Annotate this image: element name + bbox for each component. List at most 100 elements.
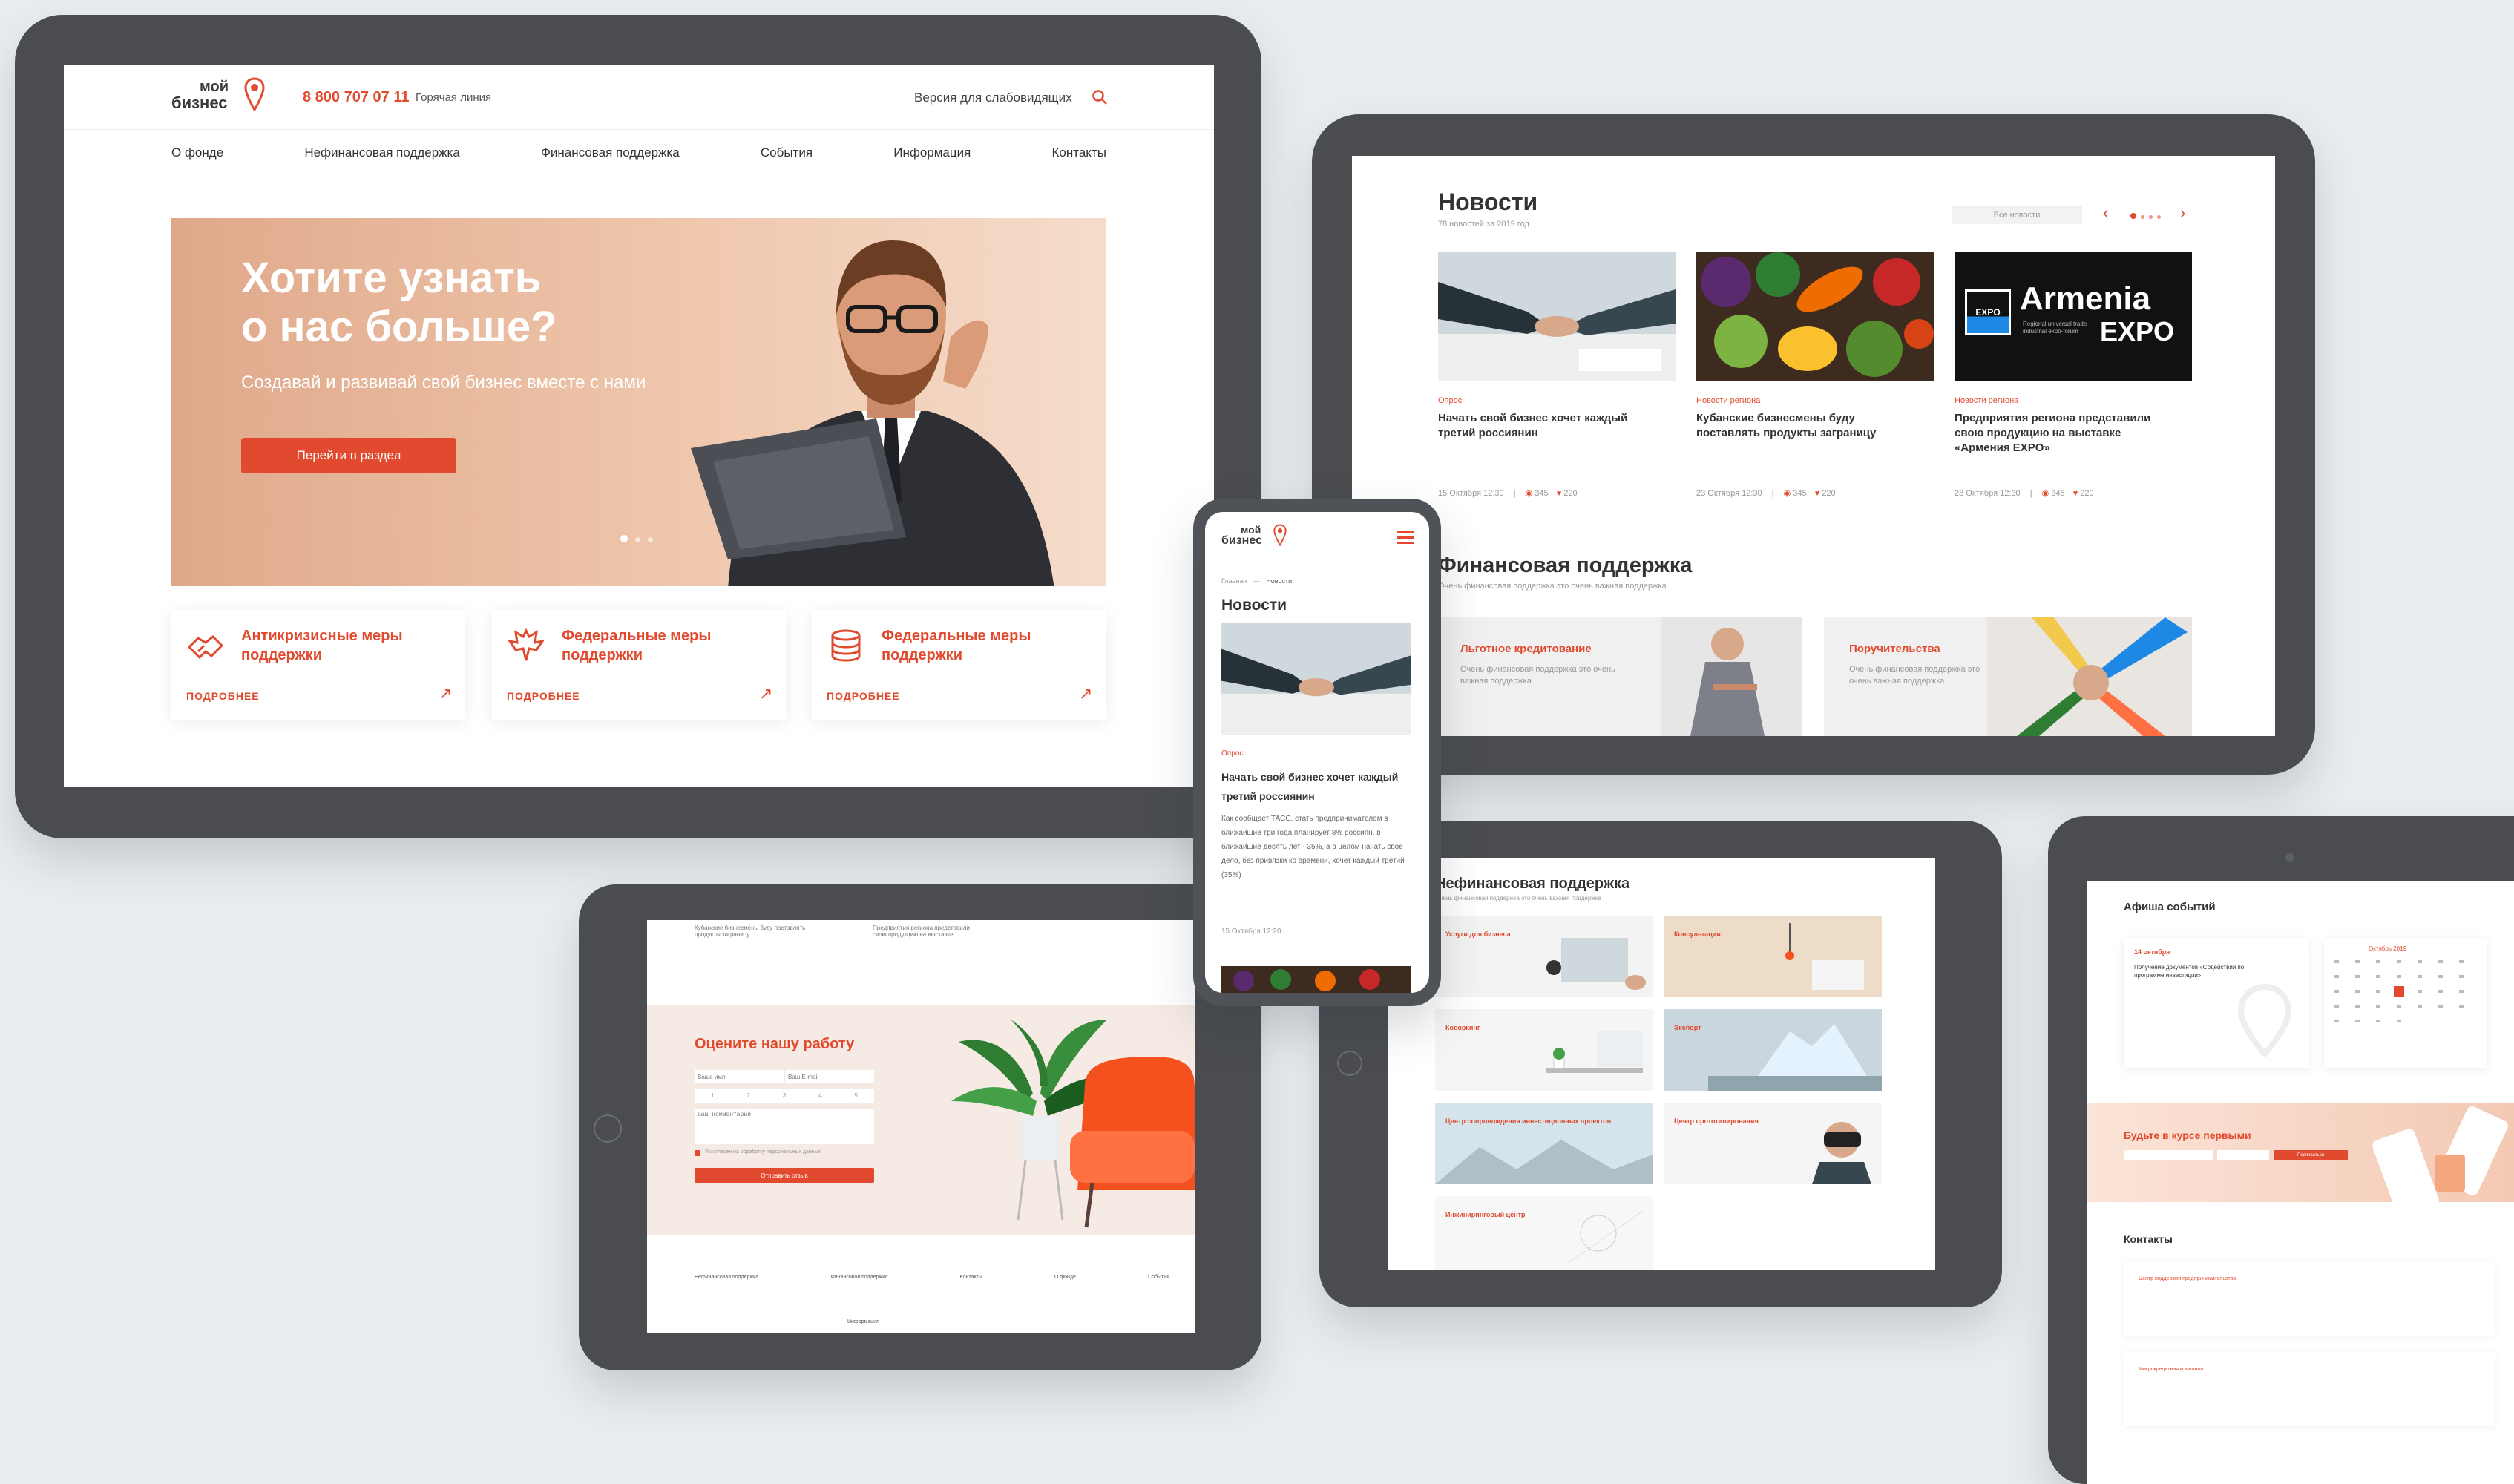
chevron-right-icon[interactable]: › bbox=[2180, 203, 2185, 223]
room-lamp-image bbox=[1785, 923, 1864, 990]
all-news-button[interactable]: Все новости bbox=[1952, 206, 2082, 224]
mountains-image bbox=[1435, 1140, 1653, 1184]
rating-2[interactable]: 2 bbox=[746, 1089, 749, 1103]
news-card-2-views: 345 bbox=[1793, 489, 1807, 498]
news-card-1-title: Начать свой бизнес хочет каждый третий р… bbox=[1438, 412, 1628, 439]
rating-4[interactable]: 4 bbox=[818, 1089, 821, 1103]
nav-item-about[interactable]: О фонде bbox=[171, 145, 223, 168]
nonfinancial-screen: Нефинансовая поддержка Очень финансовая … bbox=[1388, 858, 1935, 1270]
support-card-1[interactable]: Антикризисные меры поддержки ПОДРОБНЕЕ ↗ bbox=[171, 610, 465, 720]
tile-investment-center-title: Центр сопровождения инвестиционных проек… bbox=[1445, 1117, 1612, 1125]
contact-row-1[interactable]: Центр поддержки предпринимательства bbox=[2124, 1261, 2495, 1336]
feedback-snippet-2: Предприятия региона представили свою про… bbox=[873, 925, 970, 938]
subscribe-title: Будьте в курсе первыми bbox=[2124, 1129, 2251, 1141]
tile-business-services[interactable]: Услуги для бизнеса bbox=[1435, 916, 1653, 997]
tile-consulting[interactable]: Консультации bbox=[1664, 916, 1882, 997]
comment-field[interactable] bbox=[695, 1109, 874, 1144]
news-card-1-views: 345 bbox=[1535, 489, 1549, 498]
news-pagination bbox=[2128, 209, 2163, 223]
rating-3[interactable]: 3 bbox=[783, 1089, 786, 1103]
desk-plant-image bbox=[1546, 1031, 1643, 1073]
chevron-left-icon[interactable]: ‹ bbox=[2103, 203, 2108, 223]
subscribe-banner: Будьте в курсе первыми Подписаться bbox=[2087, 1103, 2514, 1202]
hero-dot-2[interactable] bbox=[635, 537, 640, 542]
tile-prototyping-center[interactable]: Центр прототипирования bbox=[1664, 1103, 1882, 1184]
support-card-2-title-line-2: поддержки bbox=[562, 647, 643, 663]
event-card[interactable]: 14 октября Получение документов «Содейст… bbox=[2124, 938, 2309, 1068]
footer-info[interactable]: Информация bbox=[847, 1319, 879, 1324]
news-dot-4[interactable] bbox=[2157, 215, 2161, 219]
tile-coworking-title: Коворкинг bbox=[1445, 1024, 1480, 1031]
breadcrumb: Главная — Новости bbox=[1221, 577, 1292, 585]
footer-col-financial[interactable]: Финансовая поддержка bbox=[830, 1275, 887, 1280]
news-card-2[interactable]: Новости региона Кубанские бизнесмены буд… bbox=[1696, 252, 1934, 505]
breadcrumb-home[interactable]: Главная bbox=[1221, 577, 1247, 585]
phone-logo[interactable]: мой бизнес bbox=[1221, 524, 1288, 554]
feedback-snippet-1: Кубанские бизнесмены буду поставлять про… bbox=[695, 925, 806, 938]
subscribe-button[interactable]: Подписаться bbox=[2274, 1150, 2348, 1160]
event-calendar[interactable]: Октябрь 2019 bbox=[2324, 938, 2487, 1068]
phone-news-handshake-image bbox=[1221, 623, 1411, 735]
consent-checkbox[interactable] bbox=[695, 1150, 700, 1156]
finance-card-credit-businessman-image bbox=[1661, 617, 1802, 736]
expo-logo: EXPO bbox=[1965, 289, 2011, 335]
accessibility-link[interactable]: Версия для слабовидящих bbox=[914, 91, 1072, 105]
footer-col-events[interactable]: События bbox=[1148, 1275, 1169, 1280]
nav-item-nonfinancial[interactable]: Нефинансовая поддержка bbox=[304, 145, 460, 168]
subscribe-name-field[interactable] bbox=[2217, 1150, 2269, 1160]
news-dot-3[interactable] bbox=[2149, 215, 2153, 219]
eye-icon: ◉ bbox=[1525, 489, 1533, 498]
support-card-3[interactable]: Федеральные меры поддержки ПОДРОБНЕЕ ↗ bbox=[812, 610, 1106, 720]
support-card-2[interactable]: Федеральные меры поддержки ПОДРОБНЕЕ ↗ bbox=[492, 610, 786, 720]
news-dot-2[interactable] bbox=[2141, 215, 2144, 219]
name-field[interactable] bbox=[695, 1070, 784, 1083]
phone-next-news-image bbox=[1221, 966, 1411, 993]
news-card-3[interactable]: EXPO Armenia Regional universal trade-in… bbox=[1955, 252, 2192, 505]
support-card-2-title: Федеральные меры поддержки bbox=[562, 626, 711, 665]
support-card-1-link[interactable]: ПОДРОБНЕЕ bbox=[186, 690, 260, 702]
finance-card-credit[interactable]: Льготное кредитование Очень финансовая п… bbox=[1438, 617, 1802, 736]
news-card-1[interactable]: Опрос Начать свой бизнес хочет каждый тр… bbox=[1438, 252, 1676, 505]
logo[interactable]: мой бизнес bbox=[171, 77, 268, 114]
tile-engineering-center[interactable]: Инжиниринговый центр bbox=[1435, 1196, 1653, 1270]
contact-row-2[interactable]: Микрокредитная компания bbox=[2124, 1352, 2495, 1426]
rating-5[interactable]: 5 bbox=[855, 1089, 858, 1103]
subscribe-email-field[interactable] bbox=[2124, 1150, 2213, 1160]
nav-item-contacts[interactable]: Контакты bbox=[1052, 145, 1106, 168]
footer-col-nonfinancial[interactable]: Нефинансовая поддержка bbox=[695, 1275, 758, 1280]
hamburger-menu-icon[interactable] bbox=[1397, 531, 1414, 545]
expo-small-text: Regional universal trade-industrial expo… bbox=[2023, 321, 2089, 335]
hero-dot-1[interactable] bbox=[620, 535, 628, 542]
submit-feedback-button[interactable]: Отправить отзыв bbox=[695, 1168, 874, 1183]
footer-col-contacts[interactable]: Контакты bbox=[960, 1275, 982, 1280]
support-card-2-link[interactable]: ПОДРОБНЕЕ bbox=[507, 690, 580, 702]
email-field[interactable] bbox=[785, 1070, 874, 1083]
finance-card-guarantee[interactable]: Поручительства Очень финансовая поддержк… bbox=[1824, 617, 2192, 736]
tile-prototyping-center-title: Центр прототипирования bbox=[1674, 1117, 1759, 1125]
rating-1[interactable]: 1 bbox=[711, 1089, 714, 1103]
phone-news: мой бизнес Главная — Новости Новости Опр… bbox=[1193, 499, 1441, 1006]
news-dot-1[interactable] bbox=[2130, 213, 2136, 219]
news-card-3-meta: 28 Октября 12:30 | ◉ 345 ♥ 220 bbox=[1955, 488, 2094, 498]
eye-icon: ◉ bbox=[2041, 489, 2049, 498]
news-card-2-date: 23 Октября 12:30 bbox=[1696, 489, 1762, 498]
footer-col-about[interactable]: О фонде bbox=[1054, 1275, 1076, 1280]
nav-item-events[interactable]: События bbox=[761, 145, 813, 168]
home-button bbox=[594, 1114, 622, 1143]
tile-business-services-title: Услуги для бизнеса bbox=[1445, 930, 1511, 938]
tile-investment-center[interactable]: Центр сопровождения инвестиционных проек… bbox=[1435, 1103, 1653, 1184]
tile-export[interactable]: Экспорт bbox=[1664, 1009, 1882, 1091]
phone-news-category: Опрос bbox=[1221, 749, 1244, 758]
separator: | bbox=[1513, 489, 1516, 498]
feedback-title: Оцените нашу работу bbox=[695, 1036, 855, 1052]
nav-item-financial[interactable]: Финансовая поддержка bbox=[541, 145, 680, 168]
phone-number[interactable]: 8 800 707 07 11 bbox=[303, 89, 409, 106]
hero-dot-3[interactable] bbox=[648, 537, 653, 542]
nav-item-information[interactable]: Информация bbox=[893, 145, 971, 168]
hero-title-line-2: о нас больше? bbox=[241, 303, 557, 351]
tile-coworking[interactable]: Коворкинг bbox=[1435, 1009, 1653, 1091]
site-header: мой бизнес 8 800 707 07 11 Горячая линия… bbox=[64, 65, 1214, 128]
support-card-3-link[interactable]: ПОДРОБНЕЕ bbox=[827, 690, 900, 702]
hero-button[interactable]: Перейти в раздел bbox=[241, 438, 456, 473]
search-icon[interactable] bbox=[1092, 89, 1108, 105]
